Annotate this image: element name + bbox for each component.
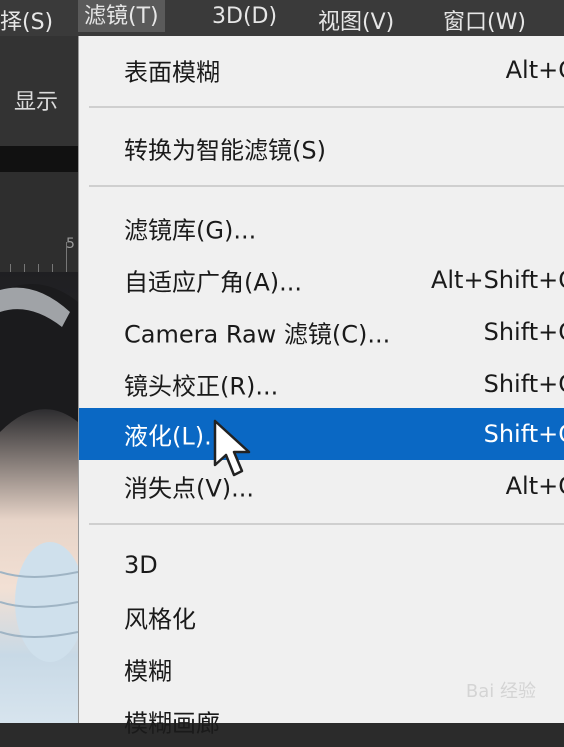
menu-item-label: 模糊	[124, 657, 172, 686]
menu-3d[interactable]: 3D(D)	[212, 4, 277, 29]
menu-window[interactable]: 窗口(W)	[443, 4, 526, 36]
photo-illustration	[0, 284, 78, 662]
menu-separator	[89, 185, 564, 187]
menu-item-label: 模糊画廊	[124, 709, 220, 738]
menu-item-stylize[interactable]: 风格化	[79, 591, 564, 643]
menu-view[interactable]: 视图(V)	[318, 4, 394, 36]
menu-item-shortcut: Alt+Shift+C	[430, 266, 564, 294]
filter-dropdown-menu: 表面模糊 Alt+C 转换为智能滤镜(S) 滤镜库(G)... 自适应广角(A)…	[78, 36, 564, 738]
watermark: Bai 经验	[465, 681, 536, 702]
menu-item-label: 风格化	[124, 605, 196, 634]
ruler: 5	[0, 172, 78, 272]
menu-item-liquify[interactable]: 液化(L)... Shift+C	[79, 408, 564, 460]
menu-item-camera-raw[interactable]: Camera Raw 滤镜(C)... Shift+C	[79, 306, 564, 358]
ruler-tick	[24, 264, 25, 272]
ruler-label: 5	[66, 236, 75, 252]
menu-item-label: 镜头校正(R)...	[124, 372, 279, 401]
ruler-tick	[52, 264, 53, 272]
document-tab-strip	[0, 146, 78, 172]
menu-separator	[89, 106, 564, 108]
menu-item-label: 3D	[124, 551, 158, 579]
menu-item-label: 滤镜库(G)...	[124, 216, 257, 245]
ruler-tick	[10, 264, 11, 272]
menu-item-shortcut: Alt+C	[505, 56, 564, 84]
canvas-photo[interactable]	[0, 272, 78, 723]
menu-item-filter-gallery[interactable]: 滤镜库(G)...	[79, 202, 564, 254]
ruler-tick	[38, 264, 39, 272]
menu-item-shortcut: Shift+C	[483, 370, 564, 398]
menu-item-label: Camera Raw 滤镜(C)...	[124, 320, 391, 349]
menu-item-adaptive-wide-angle[interactable]: 自适应广角(A)... Alt+Shift+C	[79, 254, 564, 306]
menu-item-shortcut: Shift+C	[483, 420, 564, 448]
menu-item-shortcut: Shift+C	[483, 318, 564, 346]
menu-item-shortcut: Alt+C	[505, 472, 564, 500]
menu-item-label: 自适应广角(A)...	[124, 268, 303, 297]
menu-item-lens-correction[interactable]: 镜头校正(R)... Shift+C	[79, 358, 564, 410]
menubar: 择(S) 滤镜(T) 3D(D) 视图(V) 窗口(W)	[0, 0, 564, 36]
menu-separator	[89, 523, 564, 525]
menu-item-convert-smart-filter[interactable]: 转换为智能滤镜(S)	[79, 122, 564, 174]
menu-item-3d[interactable]: 3D	[79, 539, 564, 591]
menu-filter[interactable]: 滤镜(T)	[78, 0, 165, 32]
menu-item-vanishing-point[interactable]: 消失点(V)... Alt+C	[79, 460, 564, 512]
options-bar: 显示	[0, 36, 78, 146]
mouse-pointer-icon	[213, 419, 251, 477]
menu-item-label: 转换为智能滤镜(S)	[124, 136, 326, 165]
show-label[interactable]: 显示	[14, 84, 58, 116]
menu-item-label: 表面模糊	[124, 58, 220, 87]
menu-item-surface-blur[interactable]: 表面模糊 Alt+C	[79, 44, 564, 96]
menu-select[interactable]: 择(S)	[0, 4, 53, 36]
